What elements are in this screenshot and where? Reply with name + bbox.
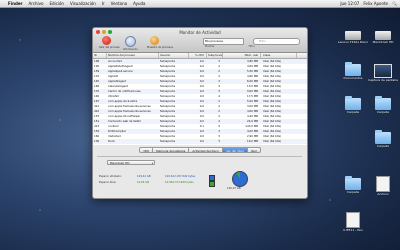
tab-disk-activity[interactable]: Actividad del disco <box>189 147 223 153</box>
toolbar-buttons: Salir del proceso Información Muestra de… <box>99 36 173 51</box>
menu-extras: Jue 12:07 Felix Aponte 🔍 <box>340 1 400 6</box>
folder-icon <box>375 96 391 110</box>
cell-pid: 141 <box>93 144 107 145</box>
free-color-swatch <box>209 181 215 187</box>
spotlight-icon[interactable]: 🔍 <box>392 1 397 6</box>
cell-kind: Intel (64 bits) <box>261 144 297 145</box>
tab-disk-usage[interactable]: Uso del disco <box>222 147 249 153</box>
desktop-icon-label: Documentos <box>343 76 363 80</box>
toolbar-labels: Mostrar Filtro <box>205 45 255 48</box>
desktop-icon-folder[interactable]: Carpeta <box>338 96 368 115</box>
desktop-icon-macintosh-hd[interactable]: Macintosh HD <box>368 28 398 45</box>
menu-edicion[interactable]: Edición <box>49 1 63 6</box>
desktop-icon-folder[interactable]: Documentos <box>338 62 368 81</box>
info-icon <box>124 36 136 47</box>
quit-process-button[interactable]: Salir del proceso <box>99 36 120 51</box>
tab-bar: CPU Memoria del sistema Actividad del di… <box>93 147 307 153</box>
window-title: Monitor de Actividad <box>179 30 221 35</box>
show-label: Mostrar <box>205 45 215 48</box>
column-header-name[interactable]: Nombre del proceso <box>107 53 159 58</box>
desktop-icon-label: Carpeta <box>347 110 359 114</box>
document-icon <box>346 212 360 228</box>
column-header-threads[interactable]: Subprocesos <box>207 53 223 58</box>
sample-process-label: Muestra de procesos <box>147 46 173 49</box>
clock[interactable]: Jue 12:07 <box>340 1 359 6</box>
window-toolbar: Monitor de Actividad Salir del proceso I… <box>93 28 307 53</box>
desktop-icon-drive[interactable]: Lenovo T410s Disco <box>338 28 368 45</box>
disk-usage-pie <box>232 171 248 187</box>
desktop-icon-label: Captura de pantalla <box>368 78 398 82</box>
gear-icon <box>149 36 159 45</box>
hard-drive-icon <box>375 31 391 40</box>
folder-icon <box>345 62 361 76</box>
volume-select[interactable]: Macintosh HD ▾ <box>107 160 155 165</box>
stop-icon <box>101 36 111 45</box>
inspect-label: Información <box>123 48 138 51</box>
inspect-button[interactable]: Información <box>123 36 138 51</box>
free-space-bytes: 10.649.373.680 bytes <box>165 181 194 184</box>
desktop-icon-label: Lenovo T410s Disco <box>338 40 369 44</box>
free-space-label: Espacio libre: <box>99 181 117 184</box>
cell-user: felixaponte <box>159 144 189 145</box>
activity-monitor-window: Monitor de Actividad Salir del proceso I… <box>92 27 308 199</box>
screenshot-thumbnail-icon <box>374 64 392 78</box>
desktop-icon-document[interactable]: Archivo <box>368 176 398 197</box>
process-table: ID Nombre del proceso Usuario % CPU Subp… <box>93 53 307 145</box>
chevron-down-icon: ▾ <box>151 162 153 165</box>
quit-process-label: Salir del proceso <box>99 46 120 49</box>
menu-ayuda[interactable]: Ayuda <box>133 1 145 6</box>
folder-icon <box>375 130 391 144</box>
column-header-pid[interactable]: ID <box>93 53 107 58</box>
tab-network[interactable]: Red <box>248 147 261 153</box>
column-header-user[interactable]: Usuario <box>159 53 189 58</box>
filter-search-input[interactable]: Filtro <box>253 38 300 45</box>
desktop-icon-label: ILIFE11 - Pan <box>343 228 363 232</box>
desktop-icon-label: Macintosh HD <box>372 40 394 44</box>
folder-icon <box>345 176 361 190</box>
desktop-icon-folder[interactable]: Carpeta <box>338 176 368 195</box>
process-filter-select[interactable]: Mis procesos <box>203 38 244 45</box>
sample-process-button[interactable]: Muestra de procesos <box>147 36 173 51</box>
cell-threads: 8 <box>207 144 223 145</box>
free-space-value: 10,65 GB <box>137 181 150 184</box>
used-space-bytes: 109.422.187.840 bytes <box>165 175 196 178</box>
menu-archivo[interactable]: Archivo <box>29 1 44 6</box>
volume-select-value: Macintosh HD <box>110 161 130 165</box>
menu-finder[interactable]: Finder <box>8 1 23 6</box>
filter-label: Filtro <box>248 45 255 48</box>
hard-drive-icon <box>345 31 361 40</box>
desktop-icon-document[interactable]: ILIFE11 - Pan <box>338 212 368 233</box>
desktop-icon-label: Archivo <box>377 192 389 196</box>
column-header-kind[interactable]: Clase <box>261 53 297 58</box>
menu-bar: Finder Archivo Edición Visualización Ir … <box>0 0 400 8</box>
user-name[interactable]: Felix Aponte <box>363 1 388 6</box>
table-row[interactable]: 141Finderfelixaponte0,0839,0 MBIntel (64… <box>93 144 307 145</box>
desktop-icon-label: Carpeta <box>377 144 389 148</box>
document-icon <box>376 176 390 192</box>
desktop-icon-folder[interactable]: Carpeta <box>368 130 398 149</box>
tab-system-memory[interactable]: Memoria del sistema <box>153 147 190 153</box>
desktop-icon-folder[interactable]: Carpeta <box>368 96 398 115</box>
cell-process-name: Finder <box>107 144 159 145</box>
tab-cpu[interactable]: CPU <box>139 147 154 153</box>
table-body: 198 accountsd felixaponte 0,0 3 3,80 MB Intel … <box>93 59 307 145</box>
desktop-icon-screenshot[interactable]: Captura de pantalla <box>368 64 398 83</box>
disk-usage-panel: Macintosh HD ▾ Espacio utilizado: 109,42… <box>97 156 302 195</box>
desktop-icon-label: Carpeta <box>377 110 389 114</box>
menu-ventana[interactable]: Ventana <box>111 1 127 6</box>
disk-total-label: 120,07 GB <box>227 187 241 190</box>
column-header-real-mem[interactable]: Mem. real <box>223 53 261 58</box>
menu-visualizacion[interactable]: Visualización <box>70 1 96 6</box>
column-header-cpu[interactable]: % CPU <box>189 53 207 58</box>
menu-ir[interactable]: Ir <box>102 1 105 6</box>
desktop-icon-label: Carpeta <box>347 190 359 194</box>
used-space-label: Espacio utilizado: <box>99 175 122 178</box>
folder-icon <box>345 96 361 110</box>
cell-real-mem: 39,0 MB <box>223 144 261 145</box>
used-space-value: 109,42 GB <box>137 175 151 178</box>
cell-cpu: 0,0 <box>189 144 207 145</box>
